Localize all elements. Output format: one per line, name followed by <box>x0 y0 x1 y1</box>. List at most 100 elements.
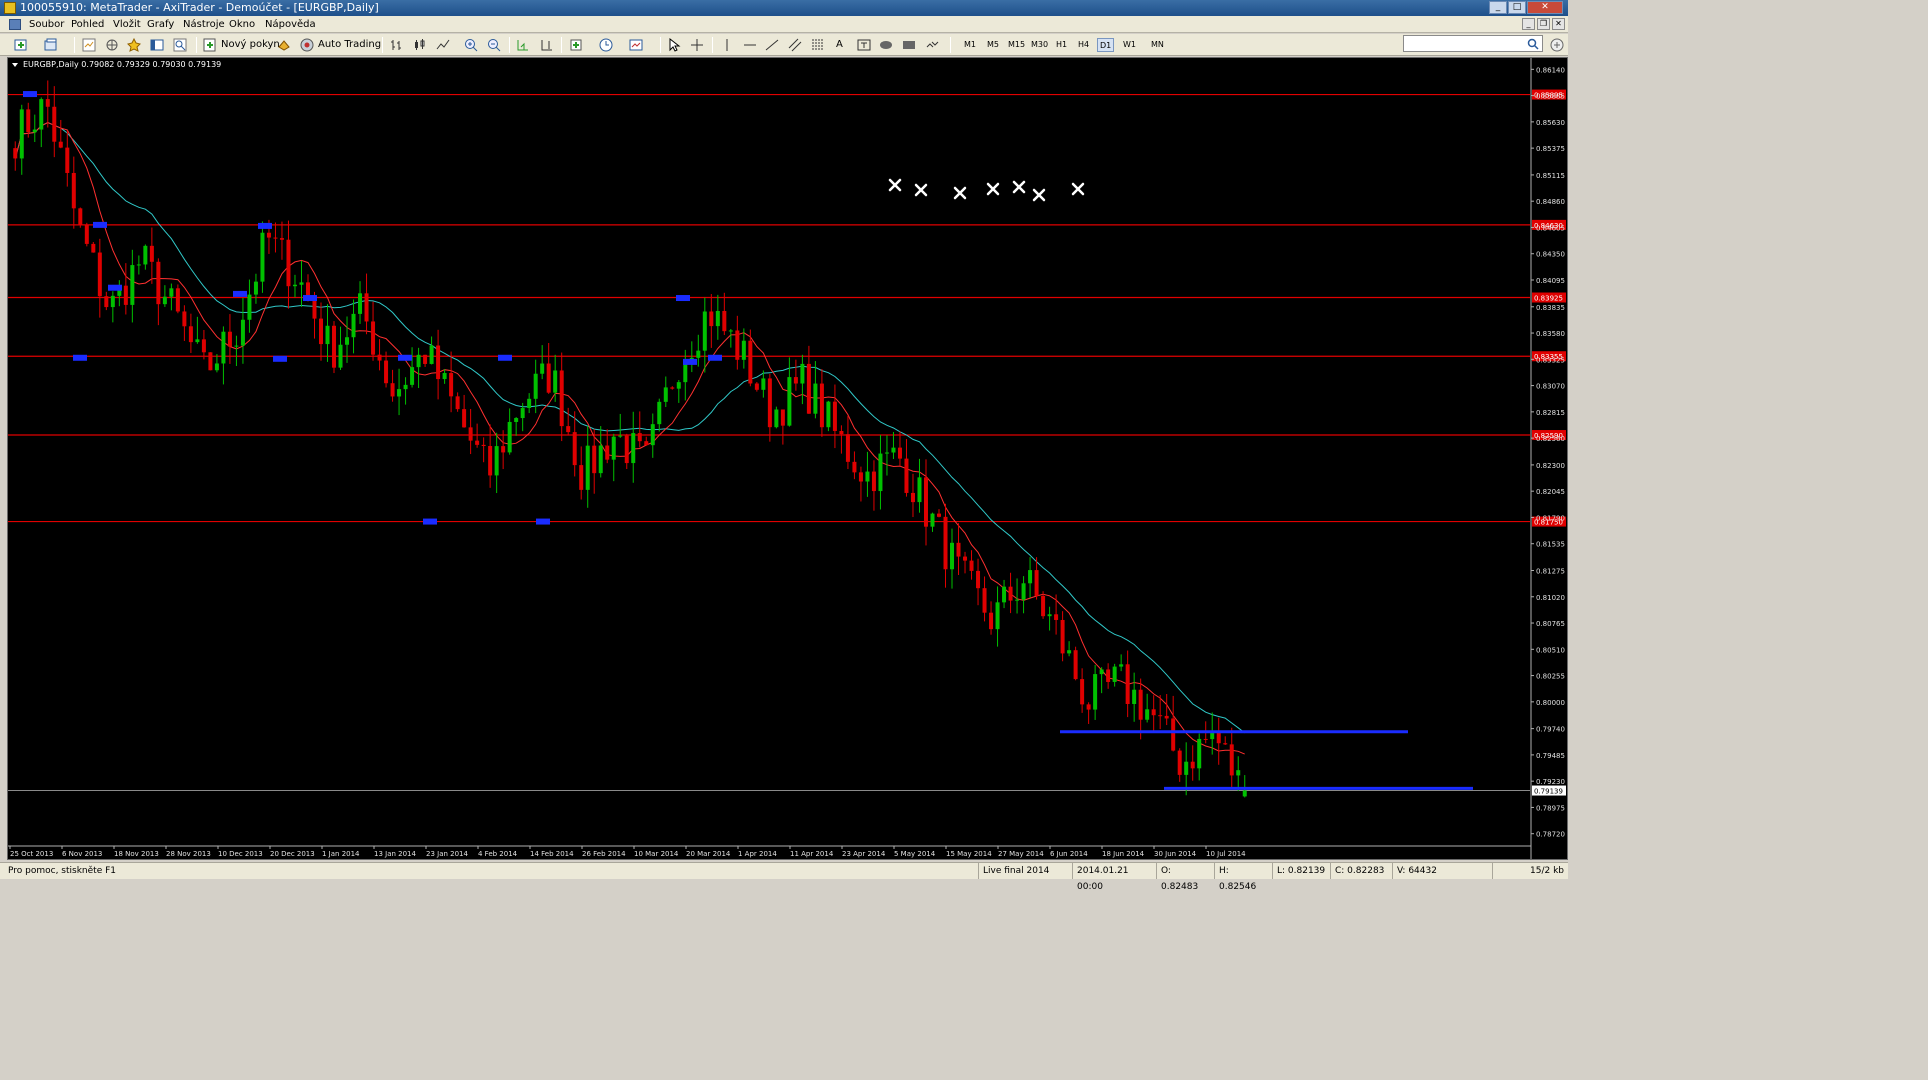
menu-soubor[interactable]: Soubor <box>25 16 68 33</box>
candle-body <box>631 433 636 464</box>
candle-body <box>839 430 844 435</box>
menu-okno[interactable]: Okno <box>225 16 259 33</box>
candle-body <box>78 208 83 225</box>
menu-napoveda[interactable]: Nápověda <box>261 16 320 33</box>
menu-grafy[interactable]: Grafy <box>143 16 178 33</box>
timeframe-d1-button[interactable]: D1 <box>1097 38 1115 52</box>
new-order-button[interactable]: Nový pokyn <box>221 37 280 53</box>
bar-chart-icon[interactable] <box>390 38 404 52</box>
ellipse-icon[interactable] <box>879 38 893 52</box>
templates-icon[interactable] <box>629 38 643 52</box>
candle-body <box>676 382 681 389</box>
chart-window[interactable]: 0.85895 0.84630 0.83925 0.83355 0.82590 0.817… <box>7 57 1568 860</box>
candle-body <box>65 147 70 173</box>
candle-body <box>930 513 935 527</box>
price-chart[interactable]: 0.858950.846300.839250.833550.825900.817… <box>8 58 1567 859</box>
auto-scroll-icon[interactable] <box>516 38 530 52</box>
search-input[interactable] <box>1403 35 1543 52</box>
swing-marker <box>498 354 512 361</box>
horizontal-line-icon[interactable] <box>743 38 757 52</box>
line-chart-icon[interactable] <box>436 38 450 52</box>
market-watch-icon[interactable] <box>82 38 96 52</box>
candle-body <box>982 588 987 613</box>
text-label-icon[interactable] <box>857 38 871 52</box>
maximize-icon[interactable]: □ <box>1508 1 1526 14</box>
minimize-icon[interactable]: _ <box>1489 1 1507 14</box>
equidistant-channel-icon[interactable] <box>788 38 802 52</box>
candle-body <box>897 447 902 459</box>
x-tick-label: 27 May 2014 <box>998 850 1044 858</box>
timeframe-h4-button[interactable]: H4 <box>1076 38 1091 52</box>
mdi-close-icon[interactable]: ✕ <box>1552 18 1565 30</box>
candle-body <box>989 612 994 630</box>
cursor-icon[interactable] <box>667 38 681 52</box>
mdi-restore-icon[interactable]: ❐ <box>1537 18 1550 30</box>
candle-body <box>26 109 31 133</box>
app-icon <box>4 2 16 14</box>
navigator-icon[interactable] <box>127 38 141 52</box>
mdi-minimize-icon[interactable]: _ <box>1522 18 1535 30</box>
chart-window-icon <box>9 19 21 30</box>
candle-body <box>136 264 141 266</box>
rectangle-icon[interactable] <box>902 38 916 52</box>
swing-marker <box>108 284 122 291</box>
y-tick-label: 0.84860 <box>1536 198 1565 206</box>
candle-body <box>1034 570 1039 596</box>
x-tick-label: 20 Mar 2014 <box>686 850 731 858</box>
candle-body <box>546 363 551 393</box>
candle-body <box>722 310 727 332</box>
zoom-out-icon[interactable] <box>487 38 501 52</box>
candle-body <box>715 310 720 327</box>
terminal-icon[interactable] <box>150 38 164 52</box>
timeframe-mn-button[interactable]: MN <box>1149 38 1166 52</box>
text-tool-button[interactable]: A <box>836 37 843 53</box>
crosshair-icon[interactable] <box>690 38 704 52</box>
candle-body <box>19 109 24 159</box>
y-tick-label: 0.78975 <box>1536 804 1565 812</box>
candle-body <box>345 337 350 345</box>
fibonacci-icon[interactable] <box>811 38 825 52</box>
x-tick-label: 15 May 2014 <box>946 850 992 858</box>
timeframe-w1-button[interactable]: W1 <box>1121 38 1138 52</box>
current-price-tag-label: 0.79139 <box>1534 788 1563 796</box>
candle-body <box>247 294 252 320</box>
profiles-icon[interactable] <box>44 38 58 52</box>
timeframe-m5-button[interactable]: M5 <box>985 38 1001 52</box>
x-tick-label: 23 Apr 2014 <box>842 850 886 858</box>
menu-vlozit[interactable]: Vložit <box>109 16 145 33</box>
community-icon[interactable] <box>1550 38 1564 52</box>
periods-icon[interactable] <box>599 38 613 52</box>
chart-shift-icon[interactable] <box>540 38 554 52</box>
close-icon[interactable]: ✕ <box>1527 1 1563 14</box>
timeframe-m30-button[interactable]: M30 <box>1029 38 1050 52</box>
timeframe-m1-button[interactable]: M1 <box>962 38 978 52</box>
menu-pohled[interactable]: Pohled <box>67 16 108 33</box>
candle-body <box>904 458 909 493</box>
new-chart-icon[interactable] <box>14 38 28 52</box>
strategy-tester-icon[interactable] <box>173 38 187 52</box>
menu-nastroje[interactable]: Nástroje <box>179 16 229 33</box>
vertical-line-icon[interactable] <box>720 38 734 52</box>
search-icon[interactable] <box>1527 38 1539 50</box>
timeframe-m15-button[interactable]: M15 <box>1006 38 1027 52</box>
candle-body <box>910 492 915 503</box>
data-window-icon[interactable] <box>105 38 119 52</box>
candlesticks-icon[interactable] <box>413 38 427 52</box>
trendline-icon[interactable] <box>765 38 779 52</box>
candle-body <box>130 265 135 305</box>
candle-body <box>819 383 824 428</box>
status-help: Pro pomoc, stiskněte F1 <box>8 866 116 876</box>
zoom-in-icon[interactable] <box>464 38 478 52</box>
candle-body <box>58 141 63 148</box>
indicators-icon[interactable] <box>570 38 584 52</box>
arrows-icon[interactable] <box>925 38 939 52</box>
moving-average-fast <box>14 122 1245 755</box>
candle-body <box>937 513 941 517</box>
expert-advisors-icon[interactable] <box>277 38 291 52</box>
chart-menu-triangle-icon[interactable] <box>12 62 18 68</box>
auto-trading-button[interactable]: Auto Trading <box>318 37 381 53</box>
candle-body <box>917 477 922 503</box>
candle-body <box>963 556 968 561</box>
candle-body <box>182 311 187 327</box>
timeframe-h1-button[interactable]: H1 <box>1054 38 1069 52</box>
